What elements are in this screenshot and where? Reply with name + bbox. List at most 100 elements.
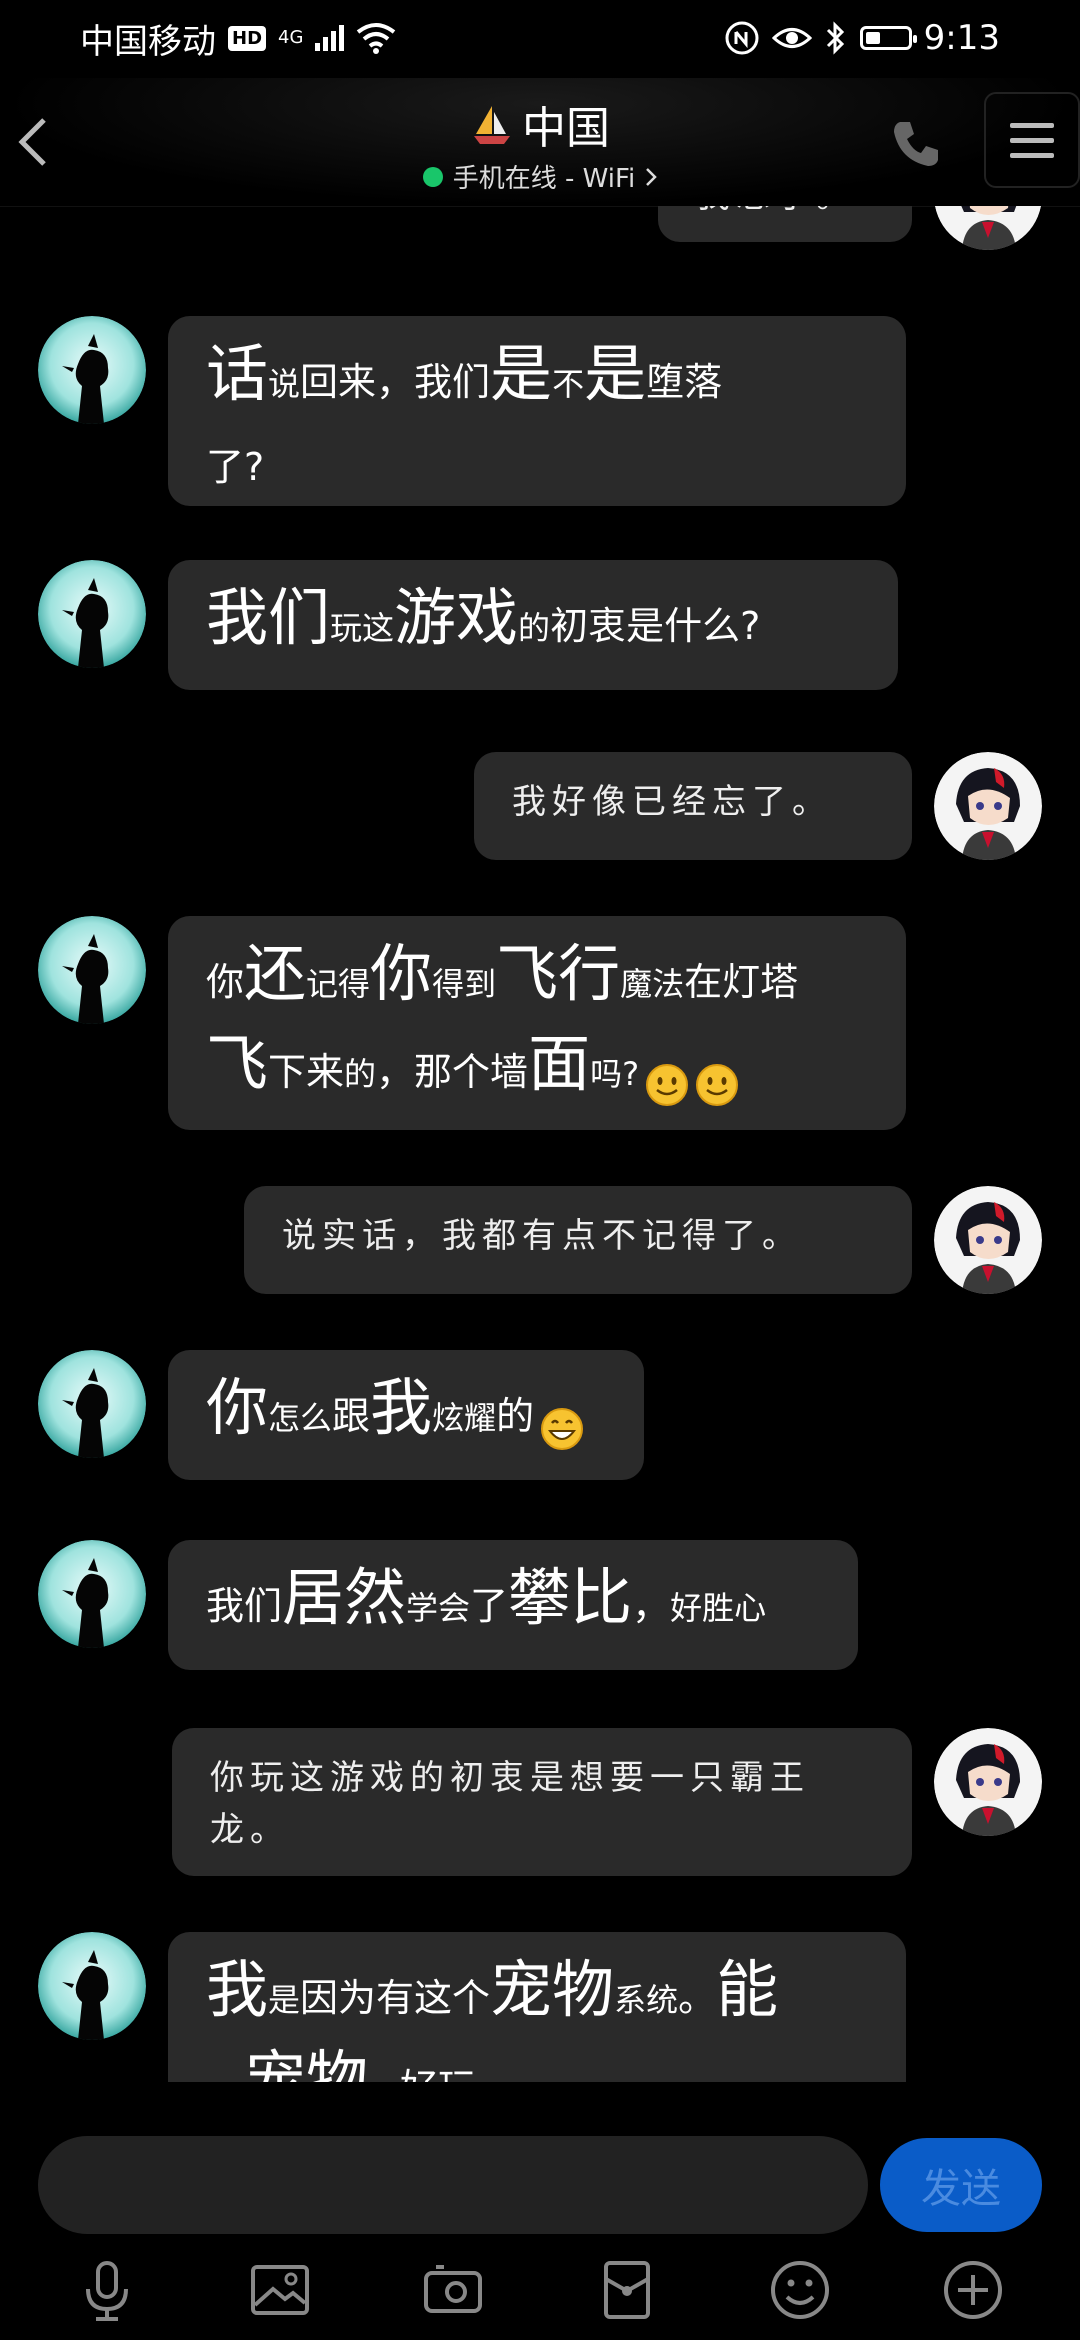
slight-smile-emoji-icon [695,1051,739,1106]
contact-avatar[interactable] [38,1540,146,1648]
clock: 9:13 [923,18,1000,58]
incoming-message-bubble[interactable]: 话说回来，我们是不是堕落 了? [168,316,906,506]
send-button[interactable]: 发送 [880,2138,1042,2232]
message-text-segment: 好玩 [400,2066,476,2082]
call-button[interactable] [888,116,944,172]
plus-button[interactable] [938,2255,1008,2325]
message-text: 我是因为有这个宠物系统。能 宠物 好玩 [206,1953,778,2082]
message-text-segment: 初衷是什么? [550,604,761,648]
sailboat-icon [474,106,510,144]
message-text-segment: 的 [496,1394,535,1438]
message-text-segment: 回来，我们 [300,360,491,404]
contact-avatar[interactable] [38,916,146,1024]
nfc-icon [725,21,759,55]
message-text-segment: 不 [552,365,585,403]
network-label: 4G [278,27,304,48]
chat-title-row: 中国 [470,92,610,156]
message-text-segment: 得到 [432,965,497,1003]
plus-icon [938,2261,1008,2329]
message-text-segment: 攀比 [508,1561,633,1634]
slight-smile-emoji-icon [645,1051,689,1106]
incoming-message-bubble[interactable]: 我是因为有这个宠物系统。能 宠物 好玩 [168,1932,906,2082]
contact-avatar[interactable] [38,560,146,668]
red-packet-button[interactable] [592,2255,662,2325]
microphone-icon [72,2261,142,2329]
status-left: 中国移动 HD 4G [80,14,396,63]
message-text-segment: 因为有这个 [300,1976,491,2020]
phone-icon [894,122,938,166]
message-text-segment: 记得 [306,965,371,1003]
message-text-segment: 下来 [268,1050,345,1094]
carrier-label: 中国移动 [80,21,216,62]
emoji-icon [765,2261,835,2329]
message-text-segment: 了 [470,1584,509,1628]
incoming-message-bubble[interactable]: 你怎么跟我炫耀的 [168,1350,644,1480]
menu-line [1010,137,1054,143]
incoming-message-bubble[interactable]: 我们玩这游戏的初衷是什么? [168,560,898,690]
message-text-segment: 我 [206,1953,269,2026]
menu-button[interactable] [984,92,1080,188]
chat-title: 中国 [522,103,610,154]
message-text-segment: 吗? [590,1055,640,1093]
message-text-segment: 居然 [282,1561,407,1634]
message-text-segment: 还 [244,937,307,1010]
signal-icon [315,25,345,51]
camera-icon [418,2265,488,2329]
outgoing-message-bubble[interactable]: 我好像已经忘了。 [474,752,912,860]
message-text-segment: 宠物 [490,1953,615,2026]
contact-avatar[interactable] [38,316,146,424]
message-text: 你还记得你得到飞行魔法在灯塔 飞下来的，那个墙面吗? [206,937,798,1106]
composer: 发送 [0,2082,1080,2234]
message-text: 我好像已经忘了。 [512,782,832,822]
my-avatar[interactable] [934,1186,1042,1294]
menu-line [1010,152,1054,158]
incoming-message-bubble[interactable]: 你还记得你得到飞行魔法在灯塔 飞下来的，那个墙面吗? [168,916,906,1130]
message-text-segment: 说 [268,365,301,403]
message-text-segment: 我 [370,1371,433,1444]
contact-avatar[interactable] [38,1932,146,2040]
message-text-segment: 好胜心 [670,1589,767,1627]
message-text: 我忘了。 [696,206,856,216]
my-avatar[interactable] [934,1728,1042,1836]
microphone-button[interactable] [72,2255,142,2325]
online-dot [422,166,443,187]
message-text-segment: 你 [206,1371,269,1444]
incoming-message-bubble[interactable]: 我们居然学会了攀比，好胜心 [168,1540,858,1670]
my-avatar[interactable] [934,206,1042,250]
message-text: 话说回来，我们是不是堕落 了? [206,337,722,491]
message-text: 我们玩这游戏的初衷是什么? [206,581,761,654]
message-text-segment: 游戏 [394,581,519,654]
chevron-right-icon [646,167,658,186]
eye-icon [771,28,812,48]
message-text-segment: 你 [206,960,245,1004]
message-text-segment: 宠物 [244,2043,369,2082]
message-text-segment: 面 [528,1027,591,1100]
image-button[interactable] [245,2255,315,2325]
message-text: 你玩这游戏的初衷是想要一只霸王龙。 [210,1758,810,1850]
chat-screen: 中国移动 HD 4G 9:13 中国 手机在线 - WiFi 话说回来，我们是不… [0,0,1080,2340]
outgoing-message-bubble[interactable]: 我忘了。 [658,206,912,242]
message-list[interactable]: 我忘了。话说回来，我们是不是堕落了? 我们玩这游戏的初衷是什么? 我好像已经忘了。你… [0,206,1080,2082]
online-status: 手机在线 - WiFi [452,164,636,194]
outgoing-message-bubble[interactable]: 说实话，我都有点不记得了。 [244,1186,912,1294]
message-text-segment: 的 [344,1055,377,1093]
my-avatar[interactable] [934,752,1042,860]
message-text-segment: 系统 [614,1981,679,2019]
message-text-segment: 话 [206,337,269,410]
menu-line [1010,122,1054,128]
camera-button[interactable] [418,2255,488,2325]
message-text-segment: 了? [206,445,265,489]
message-text-segment [206,2066,244,2082]
status-bar: 中国移动 HD 4G 9:13 [0,0,1080,76]
message-text-segment: 炫耀 [432,1399,497,1437]
message-text-segment: 是 [584,337,647,410]
message-text-segment: 怎么 [268,1399,333,1437]
outgoing-message-bubble[interactable]: 你玩这游戏的初衷是想要一只霸王龙。 [172,1728,912,1876]
online-status-row[interactable]: 手机在线 - WiFi [422,158,658,195]
message-input[interactable] [38,2136,868,2234]
contact-avatar[interactable] [38,1350,146,1458]
message-text-segment: 能 [716,1953,779,2026]
message-text-segment: 是 [490,337,553,410]
message-text-segment: 飞 [206,1027,269,1100]
emoji-button[interactable] [765,2255,835,2325]
